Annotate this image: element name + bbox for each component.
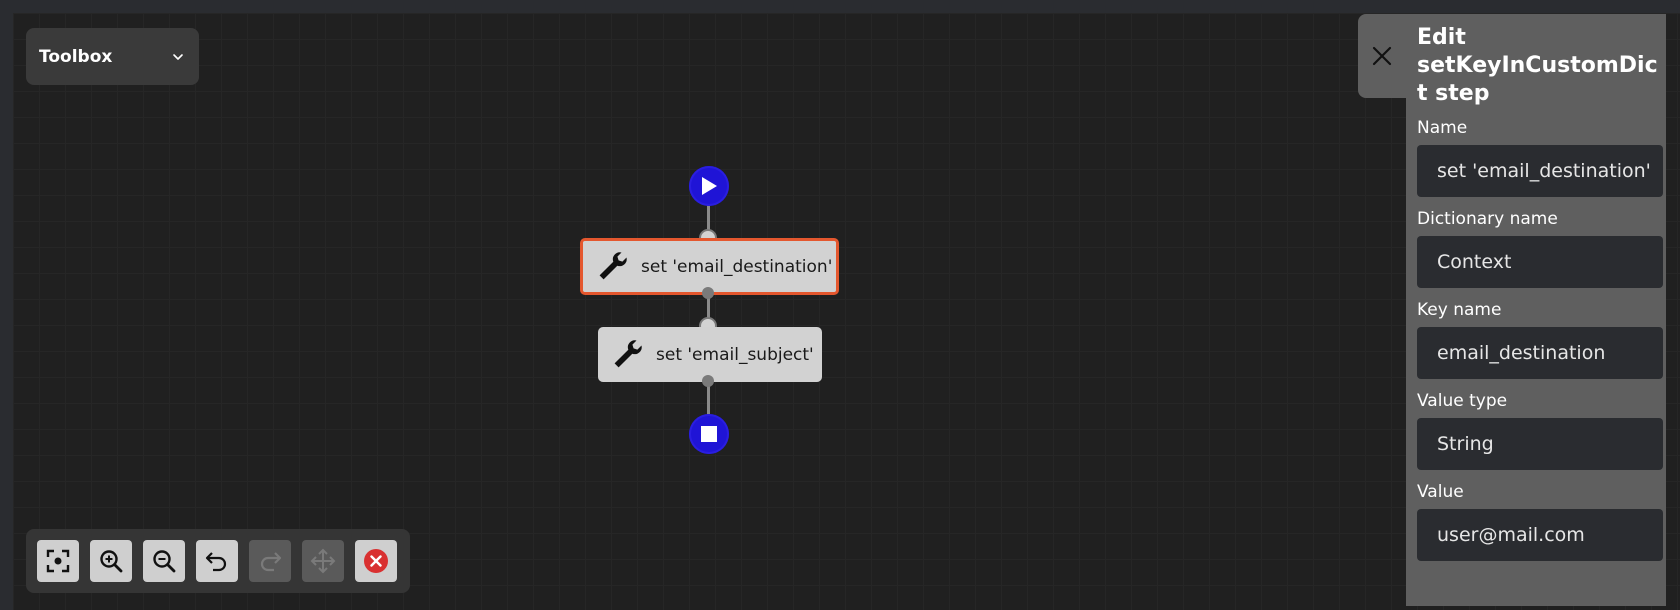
zoom-out-icon	[153, 550, 176, 573]
toolbox-label: Toolbox	[39, 46, 113, 67]
play-icon	[702, 177, 717, 195]
start-node[interactable]	[689, 166, 729, 206]
move-button[interactable]	[302, 540, 344, 582]
edit-step-panel: Edit setKeyInCustomDict step Name set 'e…	[1406, 14, 1666, 606]
canvas-toolbar	[26, 529, 410, 593]
key-name-label: Key name	[1417, 300, 1502, 320]
name-field[interactable]: set 'email_destination'	[1417, 145, 1663, 197]
center-view-button[interactable]	[37, 540, 79, 582]
undo-icon	[205, 552, 227, 572]
value-type-label: Value type	[1417, 391, 1508, 411]
move-icon	[310, 548, 336, 574]
redo-icon	[260, 552, 282, 572]
end-node[interactable]	[689, 414, 729, 454]
dictionary-name-field[interactable]: Context	[1417, 236, 1663, 288]
close-panel-button[interactable]	[1358, 14, 1406, 98]
dictionary-name-label: Dictionary name	[1417, 209, 1558, 229]
zoom-in-icon	[100, 550, 123, 573]
stop-icon	[701, 426, 717, 442]
panel-title: Edit setKeyInCustomDict step	[1417, 25, 1658, 106]
wrench-icon	[599, 251, 627, 279]
zoom-out-button[interactable]	[143, 540, 185, 582]
step-label: set 'email_subject'	[656, 344, 814, 365]
value-field[interactable]: user@mail.com	[1417, 509, 1663, 561]
key-name-field[interactable]: email_destination	[1417, 327, 1663, 379]
step-output-port[interactable]	[702, 287, 714, 299]
wrench-icon	[614, 339, 642, 367]
name-label: Name	[1417, 118, 1468, 138]
step-label: set 'email_destination'	[641, 256, 833, 277]
chevron-down-icon	[173, 53, 183, 60]
close-icon	[1372, 46, 1392, 66]
step-node-email-subject[interactable]: set 'email_subject'	[598, 327, 822, 382]
value-type-select[interactable]: String	[1417, 418, 1663, 470]
undo-button[interactable]	[196, 540, 238, 582]
step-output-port[interactable]	[702, 375, 714, 387]
delete-button[interactable]	[355, 540, 397, 582]
focus-icon	[46, 549, 70, 573]
toolbox-dropdown[interactable]: Toolbox	[26, 28, 199, 85]
redo-button[interactable]	[249, 540, 291, 582]
delete-icon	[364, 549, 388, 573]
value-label: Value	[1417, 482, 1464, 502]
zoom-in-button[interactable]	[90, 540, 132, 582]
